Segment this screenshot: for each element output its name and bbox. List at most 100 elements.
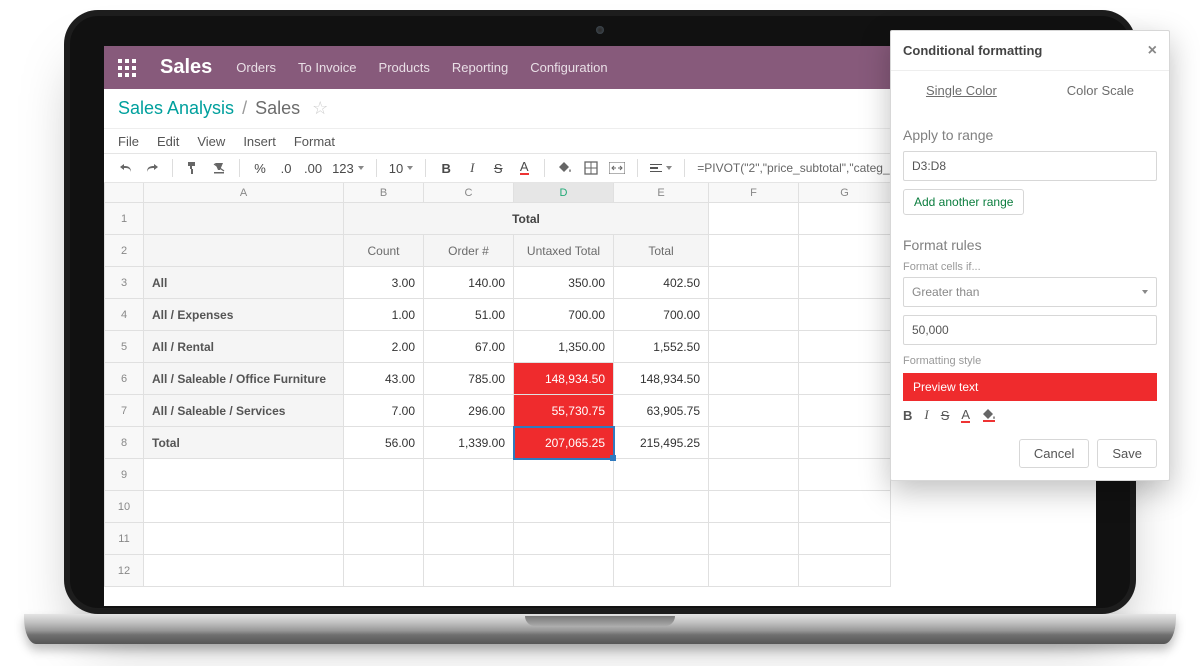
cell[interactable]: 1,350.00 xyxy=(514,331,614,363)
cell[interactable]: Total xyxy=(344,203,709,235)
bold-button[interactable]: B xyxy=(438,159,454,177)
cell[interactable]: 148,934.50 xyxy=(514,363,614,395)
cell[interactable]: 296.00 xyxy=(424,395,514,427)
cell[interactable] xyxy=(709,523,799,555)
menu-format[interactable]: Format xyxy=(294,134,335,149)
menu-reporting[interactable]: Reporting xyxy=(452,60,508,75)
col-header[interactable]: A xyxy=(144,183,344,203)
row-header[interactable]: 9 xyxy=(104,459,144,491)
cell[interactable] xyxy=(144,235,344,267)
cell[interactable] xyxy=(144,491,344,523)
fill-color-icon[interactable] xyxy=(557,159,573,177)
cell[interactable]: All / Saleable / Services xyxy=(144,395,344,427)
cell[interactable]: 56.00 xyxy=(344,427,424,459)
row-header[interactable]: 3 xyxy=(104,267,144,299)
style-text-color-button[interactable]: A xyxy=(961,407,970,423)
cell[interactable]: 2.00 xyxy=(344,331,424,363)
tab-color-scale[interactable]: Color Scale xyxy=(1067,83,1134,98)
tab-single-color[interactable]: Single Color xyxy=(926,83,997,98)
cell[interactable]: 215,495.25 xyxy=(614,427,709,459)
add-range-button[interactable]: Add another range xyxy=(903,189,1024,215)
menu-products[interactable]: Products xyxy=(379,60,430,75)
row-header[interactable]: 2 xyxy=(104,235,144,267)
cell[interactable] xyxy=(514,459,614,491)
row-header[interactable]: 8 xyxy=(104,427,144,459)
row-header[interactable]: 4 xyxy=(104,299,144,331)
cell[interactable] xyxy=(709,363,799,395)
cell[interactable] xyxy=(514,491,614,523)
cell[interactable] xyxy=(424,491,514,523)
cell[interactable]: All / Saleable / Office Furniture xyxy=(144,363,344,395)
text-color-button[interactable]: A xyxy=(516,159,532,177)
cell[interactable] xyxy=(709,331,799,363)
cell[interactable] xyxy=(799,363,891,395)
range-input[interactable] xyxy=(903,151,1157,181)
cell[interactable] xyxy=(144,555,344,587)
cell[interactable]: Count xyxy=(344,235,424,267)
operator-select[interactable]: Greater than xyxy=(903,277,1157,307)
cell[interactable]: Untaxed Total xyxy=(514,235,614,267)
cell[interactable] xyxy=(799,299,891,331)
threshold-input[interactable] xyxy=(903,315,1157,345)
save-button[interactable]: Save xyxy=(1097,439,1157,468)
style-italic-button[interactable]: I xyxy=(924,407,928,423)
cell[interactable]: 402.50 xyxy=(614,267,709,299)
cell[interactable] xyxy=(344,523,424,555)
cell[interactable]: Total xyxy=(614,235,709,267)
dec-00-button[interactable]: .00 xyxy=(304,159,322,177)
cell[interactable] xyxy=(709,267,799,299)
cell[interactable]: 207,065.25 xyxy=(514,427,614,459)
cell[interactable] xyxy=(514,523,614,555)
favorite-icon[interactable]: ☆ xyxy=(312,98,328,119)
cell[interactable]: 1.00 xyxy=(344,299,424,331)
menu-to-invoice[interactable]: To Invoice xyxy=(298,60,357,75)
col-header[interactable]: F xyxy=(709,183,799,203)
close-icon[interactable]: × xyxy=(1148,42,1157,60)
cell[interactable] xyxy=(424,459,514,491)
cell[interactable]: 148,934.50 xyxy=(614,363,709,395)
cell[interactable] xyxy=(709,555,799,587)
cell[interactable] xyxy=(344,459,424,491)
cell[interactable] xyxy=(709,427,799,459)
cell[interactable]: 140.00 xyxy=(424,267,514,299)
row-header[interactable]: 10 xyxy=(104,491,144,523)
row-header[interactable]: 7 xyxy=(104,395,144,427)
align-dropdown[interactable] xyxy=(650,164,672,173)
cell[interactable]: All / Rental xyxy=(144,331,344,363)
apps-icon[interactable] xyxy=(118,59,136,77)
merge-icon[interactable] xyxy=(609,159,625,177)
cell[interactable]: All / Expenses xyxy=(144,299,344,331)
cell[interactable] xyxy=(709,459,799,491)
dec-0-button[interactable]: .0 xyxy=(278,159,294,177)
row-header[interactable]: 11 xyxy=(104,523,144,555)
col-header[interactable]: D xyxy=(514,183,614,203)
menu-file[interactable]: File xyxy=(118,134,139,149)
cell[interactable] xyxy=(799,555,891,587)
cell[interactable] xyxy=(799,427,891,459)
cell[interactable]: 700.00 xyxy=(614,299,709,331)
cancel-button[interactable]: Cancel xyxy=(1019,439,1089,468)
col-header[interactable]: E xyxy=(614,183,709,203)
cell[interactable]: 43.00 xyxy=(344,363,424,395)
cell[interactable] xyxy=(614,555,709,587)
style-strike-button[interactable]: S xyxy=(941,408,950,423)
cell[interactable]: 55,730.75 xyxy=(514,395,614,427)
style-bold-button[interactable]: B xyxy=(903,408,912,423)
style-fill-color-icon[interactable] xyxy=(982,408,996,422)
cell[interactable]: Total xyxy=(144,427,344,459)
cell[interactable]: 7.00 xyxy=(344,395,424,427)
redo-icon[interactable] xyxy=(144,159,160,177)
menu-view[interactable]: View xyxy=(197,134,225,149)
cell[interactable] xyxy=(424,555,514,587)
cell[interactable] xyxy=(709,491,799,523)
menu-edit[interactable]: Edit xyxy=(157,134,179,149)
cell[interactable] xyxy=(799,267,891,299)
cell[interactable]: 3.00 xyxy=(344,267,424,299)
cell[interactable] xyxy=(799,331,891,363)
undo-icon[interactable] xyxy=(118,159,134,177)
number-format-dropdown[interactable]: 123 xyxy=(332,161,364,176)
borders-icon[interactable] xyxy=(583,159,599,177)
paint-format-icon[interactable] xyxy=(185,159,201,177)
cell[interactable] xyxy=(799,491,891,523)
cell[interactable] xyxy=(709,299,799,331)
